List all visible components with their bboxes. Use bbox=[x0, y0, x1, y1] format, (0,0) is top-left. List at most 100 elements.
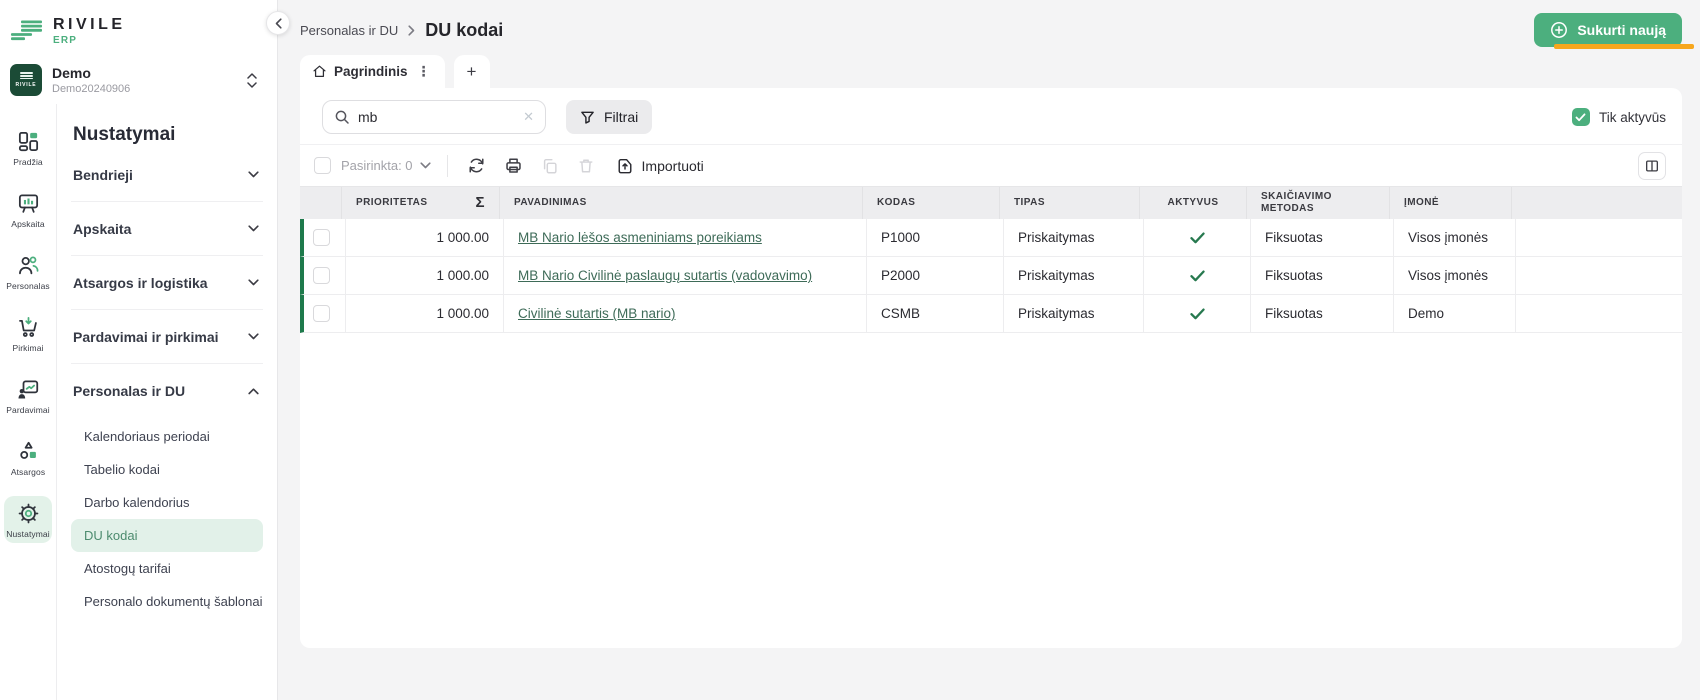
table-header-row: PRIORITETAS Σ PAVADINIMAS KODAS TIPAS AK… bbox=[300, 187, 1682, 219]
column-settings-button[interactable] bbox=[1638, 152, 1666, 180]
submenu-item-atostogu-tarifai[interactable]: Atostogų tarifai bbox=[71, 552, 263, 585]
submenu-item-personalo-dokumentu-sablonai[interactable]: Personalo dokumentų šablonai bbox=[71, 585, 263, 618]
cell-pavadinimas: MB Nario Civilinė paslaugų sutartis (vad… bbox=[504, 257, 867, 294]
header-tipas[interactable]: TIPAS bbox=[1000, 187, 1140, 219]
chevron-down-icon bbox=[248, 171, 259, 178]
search-input[interactable] bbox=[358, 109, 515, 125]
rail-item-atsargos[interactable]: Atsargos bbox=[4, 434, 52, 481]
submenu-item-darbo-kalendorius[interactable]: Darbo kalendorius bbox=[71, 486, 263, 519]
row-link[interactable]: MB Nario Civilinė paslaugų sutartis (vad… bbox=[518, 268, 812, 283]
rivile-logo-icon bbox=[10, 20, 44, 42]
add-tab-button[interactable]: + bbox=[454, 55, 490, 88]
table-row[interactable]: 1 000.00 Civilinė sutartis (MB nario) CS… bbox=[300, 295, 1682, 333]
chevron-down-icon bbox=[248, 225, 259, 232]
filter-label: Filtrai bbox=[604, 109, 638, 125]
row-link[interactable]: Civilinė sutartis (MB nario) bbox=[518, 306, 676, 321]
clear-search-icon[interactable]: ✕ bbox=[523, 109, 534, 125]
cell-metodas: Fiksuotas bbox=[1251, 219, 1394, 256]
tab-label: Pagrindinis bbox=[334, 64, 408, 79]
page-title: DU kodai bbox=[425, 20, 503, 41]
menu-group-pardavimai-pirkimai[interactable]: Pardavimai ir pirkimai bbox=[71, 310, 263, 364]
cell-empty bbox=[1516, 295, 1682, 332]
delete-button[interactable] bbox=[574, 154, 598, 178]
header-metodas[interactable]: SKAIČIAVIMO METODAS bbox=[1247, 187, 1390, 219]
header-prioritetas[interactable]: PRIORITETAS Σ bbox=[342, 187, 500, 219]
search-box[interactable]: ✕ bbox=[322, 100, 546, 134]
accounting-board-icon bbox=[16, 191, 41, 216]
menu-group-apskaita[interactable]: Apskaita bbox=[71, 202, 263, 256]
cell-tipas: Priskaitymas bbox=[1004, 219, 1144, 256]
refresh-button[interactable] bbox=[464, 153, 489, 178]
home-icon bbox=[312, 64, 327, 79]
toolbar-divider bbox=[447, 155, 448, 177]
submenu-item-tabelio-kodai[interactable]: Tabelio kodai bbox=[71, 453, 263, 486]
header-imone[interactable]: ĮMONĖ bbox=[1390, 187, 1512, 219]
row-checkbox[interactable] bbox=[313, 305, 330, 322]
company-selector[interactable]: RIVILE Demo Demo20240906 bbox=[0, 56, 277, 104]
header-checkbox-cell bbox=[300, 187, 342, 219]
brand-name: RIVILE bbox=[53, 17, 126, 33]
rail-item-pradzia[interactable]: Pradžia bbox=[4, 124, 52, 171]
highlight-underline bbox=[1554, 44, 1694, 49]
row-link[interactable]: MB Nario lėšos asmeniniams poreikiams bbox=[518, 230, 762, 245]
menu-title: Nustatymai bbox=[71, 120, 263, 148]
rail-item-personalas[interactable]: Personalas bbox=[4, 248, 52, 295]
company-switch-icon[interactable] bbox=[247, 73, 257, 88]
row-checkbox[interactable] bbox=[313, 229, 330, 246]
columns-icon bbox=[1644, 158, 1660, 174]
rail-item-apskaita[interactable]: Apskaita bbox=[4, 186, 52, 233]
rail-label: Pirkimai bbox=[12, 343, 43, 353]
checkbox-checked-icon[interactable] bbox=[1572, 108, 1590, 126]
select-all-checkbox[interactable] bbox=[314, 157, 331, 174]
cell-prioritetas: 1 000.00 bbox=[346, 219, 504, 256]
filter-button[interactable]: Filtrai bbox=[566, 100, 652, 134]
menu-group-atsargos-logistika[interactable]: Atsargos ir logistika bbox=[71, 256, 263, 310]
submenu-item-kalendoriaus-periodai[interactable]: Kalendoriaus periodai bbox=[71, 420, 263, 453]
rail-item-pirkimai[interactable]: Pirkimai bbox=[4, 310, 52, 357]
cell-metodas: Fiksuotas bbox=[1251, 257, 1394, 294]
create-new-button[interactable]: Sukurti naują bbox=[1534, 13, 1682, 47]
header-pavadinimas[interactable]: PAVADINIMAS bbox=[500, 187, 863, 219]
cell-empty bbox=[1516, 257, 1682, 294]
search-icon bbox=[334, 109, 350, 125]
active-check-icon bbox=[1190, 270, 1205, 282]
cell-imone: Visos įmonės bbox=[1394, 219, 1516, 256]
create-new-label: Sukurti naują bbox=[1577, 22, 1666, 38]
table-row[interactable]: 1 000.00 MB Nario Civilinė paslaugų suta… bbox=[300, 257, 1682, 295]
menu-group-personalas-du[interactable]: Personalas ir DU bbox=[71, 364, 263, 418]
sidebar-collapse-button[interactable] bbox=[266, 11, 290, 35]
rail-item-nustatymai[interactable]: Nustatymai bbox=[4, 496, 52, 543]
funnel-icon bbox=[580, 110, 595, 125]
table-row[interactable]: 1 000.00 MB Nario lėšos asmeniniams pore… bbox=[300, 219, 1682, 257]
main-content: Personalas ir DU DU kodai Sukurti naują … bbox=[278, 0, 1700, 700]
sidebar: RIVILE ERP RIVILE Demo Demo20240906 bbox=[0, 0, 278, 700]
tab-options-icon[interactable]: ⋮ bbox=[415, 63, 433, 80]
brand-logo[interactable]: RIVILE ERP bbox=[0, 0, 277, 56]
submenu-item-du-kodai[interactable]: DU kodai bbox=[71, 519, 263, 552]
active-only-toggle[interactable]: Tik aktyvūs bbox=[1572, 108, 1666, 126]
file-import-icon bbox=[616, 157, 634, 175]
chevron-down-icon bbox=[248, 279, 259, 286]
header-kodas[interactable]: KODAS bbox=[863, 187, 1000, 219]
rail-item-pardavimai[interactable]: Pardavimai bbox=[4, 372, 52, 419]
refresh-icon bbox=[467, 156, 486, 175]
rail-label: Pradžia bbox=[13, 157, 43, 167]
content-card: ✕ Filtrai Tik aktyvūs Pa bbox=[300, 88, 1682, 648]
company-avatar: RIVILE bbox=[10, 64, 42, 96]
app-window: RIVILE ERP RIVILE Demo Demo20240906 bbox=[0, 0, 1700, 700]
print-button[interactable] bbox=[501, 153, 526, 178]
plus-circle-icon bbox=[1550, 21, 1568, 39]
import-button[interactable]: Importuoti bbox=[616, 157, 704, 175]
sum-icon[interactable]: Σ bbox=[476, 194, 485, 212]
breadcrumb-parent[interactable]: Personalas ir DU bbox=[300, 23, 398, 38]
active-check-icon bbox=[1190, 308, 1205, 320]
data-table: PRIORITETAS Σ PAVADINIMAS KODAS TIPAS AK… bbox=[300, 186, 1682, 333]
header-aktyvus[interactable]: AKTYVUS bbox=[1140, 187, 1247, 219]
tab-pagrindinis[interactable]: Pagrindinis ⋮ bbox=[300, 55, 445, 88]
company-code: Demo20240906 bbox=[52, 83, 237, 96]
rail-label: Atsargos bbox=[11, 467, 45, 477]
row-checkbox[interactable] bbox=[313, 267, 330, 284]
selected-dropdown-icon[interactable] bbox=[420, 162, 431, 169]
copy-button[interactable] bbox=[538, 154, 562, 178]
menu-group-bendrieji[interactable]: Bendrieji bbox=[71, 148, 263, 202]
